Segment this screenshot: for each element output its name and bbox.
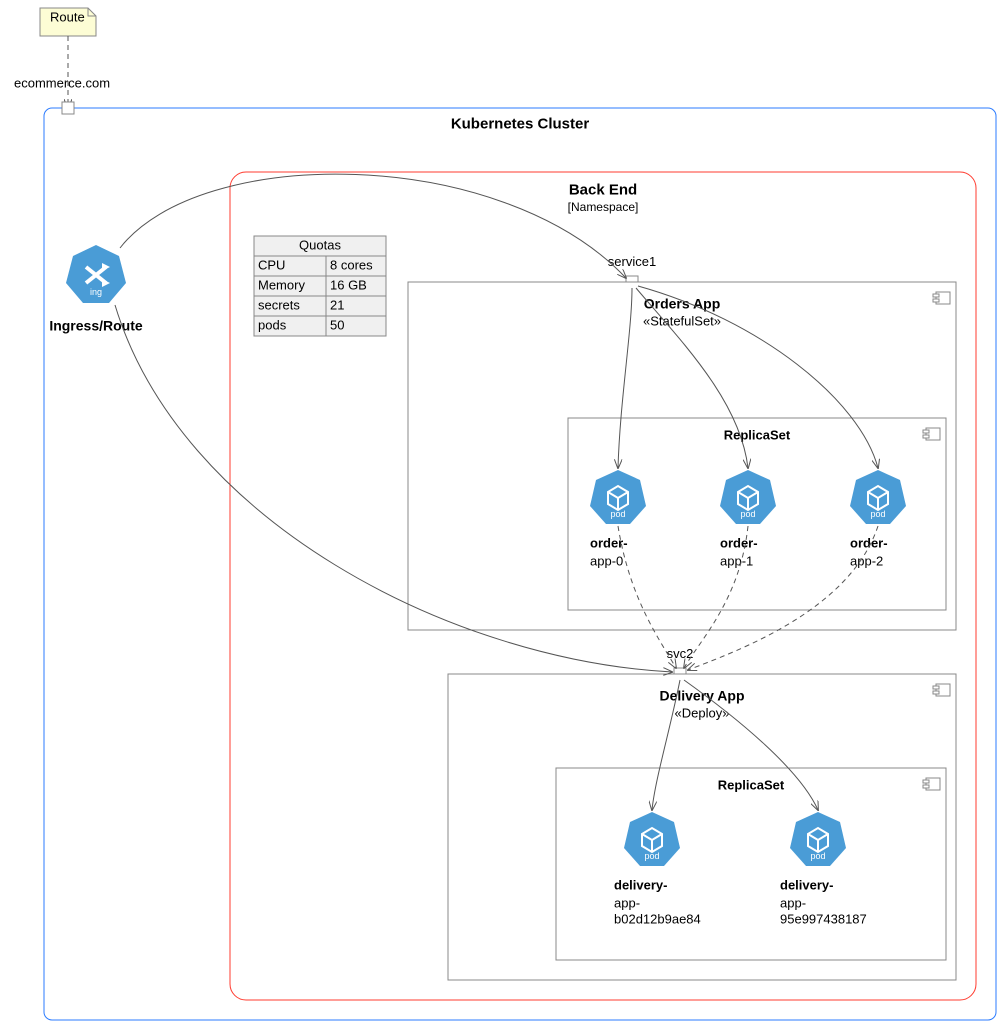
delivery-replicaset-box <box>556 768 946 960</box>
pod2-name2: app-2 <box>850 553 883 568</box>
svg-text:pod: pod <box>870 509 885 519</box>
svg-text:pod: pod <box>610 509 625 519</box>
dpod0-n2: app- <box>614 895 640 910</box>
delivery-app-title: Delivery App <box>659 687 744 703</box>
quotas-k3: pods <box>258 317 287 332</box>
orders-app-stereotype: «StatefulSet» <box>643 314 721 329</box>
dpod1-n3: 95e997438187 <box>780 911 867 926</box>
dpod1-n1: delivery- <box>780 877 833 892</box>
pod1-name2: app-1 <box>720 553 753 568</box>
dpod0-n3: b02d12b9ae84 <box>614 911 701 926</box>
dpod1-n2: app- <box>780 895 806 910</box>
ingress-tag: ing <box>90 287 102 297</box>
quotas-table: Quotas CPU 8 cores Memory 16 GB secrets … <box>254 236 386 336</box>
route-note-label: Route <box>50 9 85 24</box>
ingress-node: ing <box>66 245 126 303</box>
dpod0-n1: delivery- <box>614 877 667 892</box>
quotas-v3: 50 <box>330 317 344 332</box>
diagram-canvas: Route ecommerce.com Kubernetes Cluster i… <box>0 0 1007 1028</box>
delivery-replicaset-title: ReplicaSet <box>718 778 785 793</box>
component-icon <box>933 292 950 304</box>
namespace-subtitle: [Namespace] <box>568 200 639 214</box>
orders-app-title: Orders App <box>644 295 721 311</box>
cluster-port <box>62 102 74 114</box>
svg-text:pod: pod <box>644 851 659 861</box>
pod1-name1: order- <box>720 535 758 550</box>
svg-text:pod: pod <box>740 509 755 519</box>
component-icon <box>923 778 940 790</box>
quotas-v0: 8 cores <box>330 257 373 272</box>
pod0-name2: app-0 <box>590 553 623 568</box>
orders-replicaset-title: ReplicaSet <box>724 428 791 443</box>
quotas-k1: Memory <box>258 277 305 292</box>
component-icon <box>923 428 940 440</box>
svg-text:pod: pod <box>810 851 825 861</box>
quotas-k2: secrets <box>258 297 300 312</box>
quotas-v1: 16 GB <box>330 277 367 292</box>
cluster-title: Kubernetes Cluster <box>451 115 590 132</box>
external-domain: ecommerce.com <box>14 75 110 90</box>
quotas-v2: 21 <box>330 297 344 312</box>
route-note: Route <box>40 8 96 36</box>
quotas-k0: CPU <box>258 257 285 272</box>
pod2-name1: order- <box>850 535 888 550</box>
quotas-header: Quotas <box>299 237 341 252</box>
component-icon <box>933 684 950 696</box>
namespace-title: Back End <box>569 181 637 198</box>
ingress-label: Ingress/Route <box>49 317 143 333</box>
